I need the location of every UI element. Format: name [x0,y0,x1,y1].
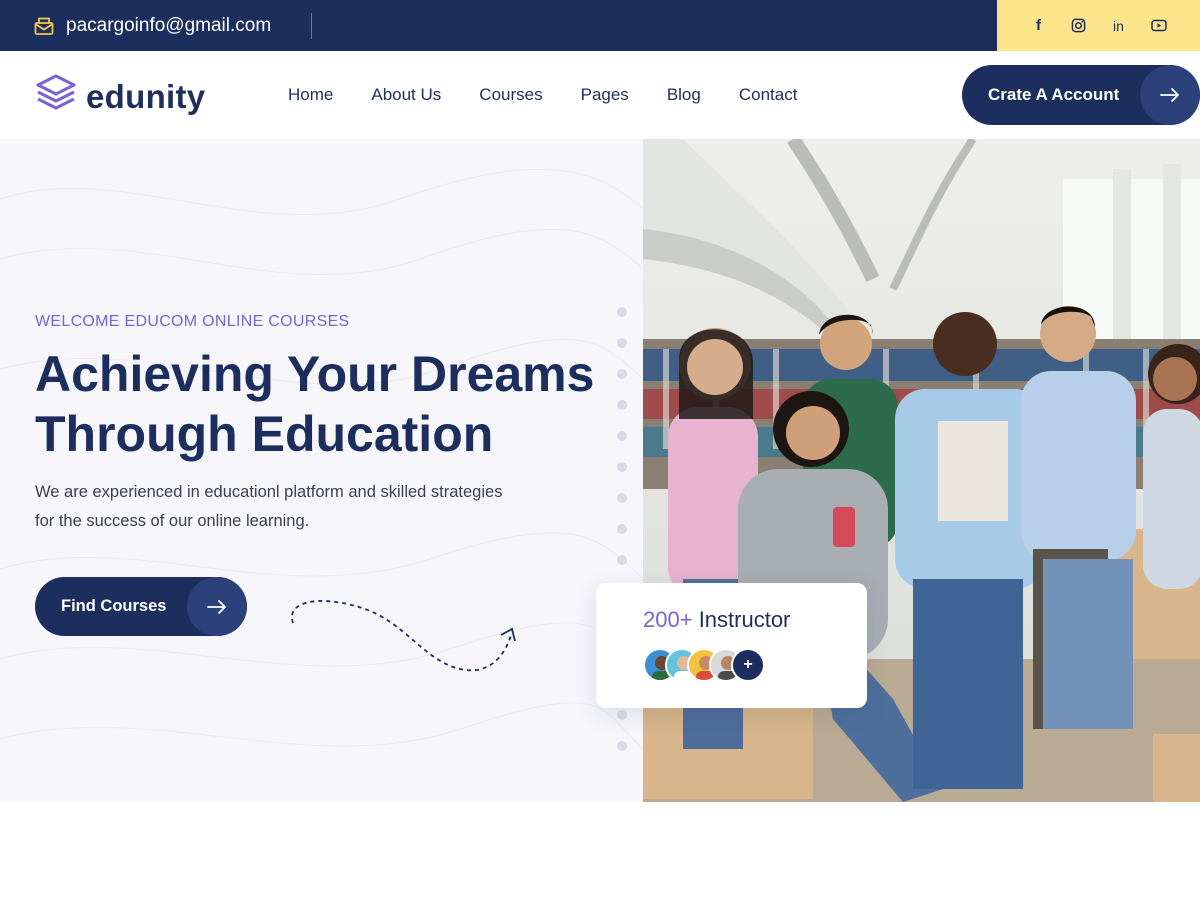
more-instructors-button[interactable]: + [731,648,765,682]
instructor-count-title: 200+ Instructor [643,607,790,633]
hero-description: We are experienced in educationl platfor… [35,478,575,536]
arrow-right-icon [187,577,247,636]
instructor-count: 200+ [643,607,693,632]
site-logo[interactable]: edunity [34,73,205,120]
email-text: pacargoinfo@gmail.com [66,14,272,36]
contact-email[interactable]: pacargoinfo@gmail.com [34,0,271,51]
envelope-icon [34,17,54,35]
logo-text: edunity [86,77,206,115]
logo-icon [34,73,78,120]
nav-blog[interactable]: Blog [667,85,701,105]
main-nav: Home About Us Courses Pages Blog Contact [288,51,835,139]
topbar-divider [311,13,312,39]
youtube-icon[interactable] [1150,17,1168,35]
nav-about-us[interactable]: About Us [371,85,441,105]
facebook-icon[interactable]: f [1030,17,1048,35]
nav-courses[interactable]: Courses [479,85,542,105]
social-links: f in [997,0,1200,51]
top-bar: pacargoinfo@gmail.com f in [0,0,1200,51]
hero-description-line2: for the success of our online learning. [35,512,310,530]
nav-pages[interactable]: Pages [581,85,629,105]
site-header: edunity Home About Us Courses Pages Blog… [0,51,1200,139]
nav-home[interactable]: Home [288,85,333,105]
find-courses-button[interactable]: Find Courses [35,577,247,636]
create-account-label: Crate A Account [988,85,1120,104]
instructor-card: 200+ Instructor + [596,583,867,708]
arrow-right-icon [1140,65,1200,125]
hero-section: WELCOME EDUCOM ONLINE COURSES Achieving … [0,139,1200,802]
hero-title: Achieving Your Dreams Through Education [35,344,635,464]
instagram-icon[interactable] [1070,17,1088,35]
dashed-arrow-decoration [291,600,516,672]
instructor-label: Instructor [698,607,791,632]
find-courses-label: Find Courses [61,597,167,615]
create-account-button[interactable]: Crate A Account [962,65,1200,125]
nav-contact[interactable]: Contact [739,85,798,105]
linkedin-icon[interactable]: in [1110,17,1128,35]
instructor-avatars: + [643,648,765,682]
background-contour-lines [0,168,643,750]
hero-description-line1: We are experienced in educationl platfor… [35,483,503,501]
hero-title-line2: Through Education [35,406,494,462]
hero-title-line1: Achieving Your Dreams [35,346,595,402]
hero-subtitle: WELCOME EDUCOM ONLINE COURSES [35,313,350,330]
